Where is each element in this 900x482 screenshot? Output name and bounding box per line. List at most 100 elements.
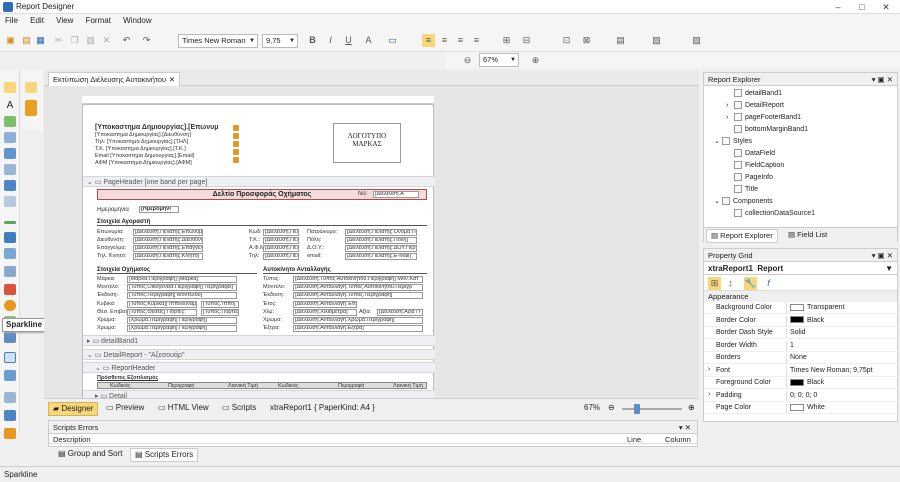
zoom-slider[interactable] — [622, 408, 682, 410]
property-row[interactable]: Border Width 1 — [704, 340, 899, 352]
zoom-out-icon[interactable]: ⊖ — [604, 402, 619, 416]
tab-scripts[interactable]: ▭ Scripts — [218, 402, 260, 416]
bring-front-icon[interactable]: ▧ — [650, 34, 663, 47]
chart-icon[interactable] — [4, 284, 16, 295]
explorer-item[interactable]: collectionDataSource1 — [726, 209, 815, 217]
company-row-1[interactable]: [Υποκαστημα Δημιουργίας].[Διευθύνση] — [95, 132, 191, 139]
explorer-item[interactable]: detailBand1 — [726, 89, 782, 97]
company-name-field[interactable]: [Υποκαστημα Δημιουργίας].[Επωνυμ — [95, 123, 218, 132]
vehicle-field[interactable]: [Διέλευση.Ανταλλαγή.Εξτρα] — [293, 325, 423, 333]
buyer-field[interactable]: [Διέλευση.Πελάτη — [263, 253, 299, 260]
layout-icon[interactable]: ⊡ — [560, 34, 573, 47]
font-size-select[interactable]: 9,75 ▼ — [262, 34, 298, 48]
property-row[interactable]: Foreground Color Black — [704, 377, 899, 389]
expander-icon[interactable]: › — [708, 391, 710, 398]
vehicle-field[interactable]: [Διέλευση.Ανταλλαγή.Χρώμα.Περιγραφή] — [293, 317, 423, 324]
extras-header-row[interactable]: Κωδικός Περιγραφή Λιανική Τιμή Κωδικός Π… — [97, 382, 427, 389]
vehicle-field[interactable]: [Τύπος.Θέσεις] Πόρτες: — [127, 308, 197, 316]
vehicle-field[interactable]: [Τύπος.Πόρτες] — [201, 308, 239, 316]
zoom-out-icon[interactable]: ⊖ — [461, 54, 474, 67]
trade-section[interactable]: Αυτοκίνητο Ανταλλαγής — [263, 267, 427, 274]
menu-format[interactable]: Format — [81, 14, 116, 27]
expander-icon[interactable]: ⌄ — [714, 137, 722, 145]
cut-icon[interactable]: ✂ — [52, 34, 65, 47]
vehicle-field[interactable]: [Τύπος.Περιγραφή] Μοντέλου] — [127, 292, 237, 300]
menu-window[interactable]: Window — [118, 14, 156, 27]
spacing-icon[interactable]: ⊠ — [580, 34, 593, 47]
size-to-grid-icon[interactable]: ⊟ — [520, 34, 533, 47]
toc-icon[interactable] — [4, 428, 16, 439]
buyer-field[interactable]: [Διέλευση.Πελάτη — [263, 245, 299, 252]
document-tab[interactable]: Εκτύπωση Διέλευσης Αυτοκινήτου ✕ — [48, 72, 180, 86]
vehicle-field[interactable]: [Διέλευση.Τύπος Αυτοκινήτου.Περιγραφή] Μ… — [293, 276, 423, 283]
panel-pin-icon[interactable]: ▾ ✕ — [679, 423, 691, 432]
panel-controls-icon[interactable]: ▾ ▣ ✕ — [872, 251, 893, 260]
company-row-4[interactable]: Email [Υποκαστημα Δημιουργίας].[Email] — [95, 153, 194, 160]
explorer-item[interactable]: › DetailReport — [726, 101, 784, 109]
zipcode-icon[interactable] — [4, 266, 16, 277]
alphabetical-icon[interactable]: ↕ — [724, 277, 737, 290]
order-icon[interactable]: ▤ — [614, 34, 627, 47]
tab-html-view[interactable]: ▭ HTML View — [154, 402, 213, 416]
property-row[interactable]: › Font Times New Roman; 9,75pt — [704, 365, 899, 377]
extras-section[interactable]: Πρόσθετος Εξοπλισμός — [97, 375, 158, 382]
property-value[interactable]: Solid — [786, 328, 806, 338]
vehicle-field[interactable]: [Χρώμα.Περιγραφή] Περιγραφή] — [127, 325, 237, 333]
align-grid-icon[interactable]: ⊞ — [500, 34, 513, 47]
pointer-alt-icon[interactable] — [25, 82, 37, 93]
logo-placeholder[interactable]: ΛΟΓΟΤΥΠΟ ΜΑΡΚΑΣ — [333, 123, 401, 163]
buyer-section[interactable]: Στοιχεία Αγοραστή — [97, 219, 427, 226]
buyer-field[interactable]: [Διέλευση.Πελάτης.Επάγγελμα] — [133, 245, 203, 252]
font-family-select[interactable]: Times New Roman ▼ — [178, 34, 258, 48]
explorer-item[interactable]: PageInfo — [726, 173, 773, 181]
align-center-icon[interactable]: ≡ — [438, 34, 451, 47]
vehicle-field[interactable]: [Τύπος.Ίππο] — [201, 300, 239, 308]
delete-icon[interactable]: ✕ — [100, 34, 113, 47]
menu-edit[interactable]: Edit — [25, 14, 49, 27]
menu-view[interactable]: View — [51, 14, 78, 27]
zoom-slider-thumb[interactable] — [634, 404, 640, 414]
shape-icon[interactable] — [4, 232, 16, 243]
tab-scripts-errors[interactable]: ▤ Scripts Errors — [130, 448, 199, 462]
foreground-color-button[interactable]: A — [362, 34, 375, 47]
chevron-down-icon[interactable]: ▼ — [885, 264, 893, 273]
buyer-field[interactable]: [Διέλευση.Πελάτης.Διεύθυνση] — [133, 237, 203, 244]
vehicle-field[interactable]: [Χρώμα.Περιγραφή] Περιγραφή] — [127, 317, 237, 324]
vehicle-field[interactable]: [Διέλευση.Ανταλλαγή.Τύπος Αυτοκινήτου.Πε… — [293, 284, 423, 292]
events-icon[interactable]: f — [762, 277, 775, 290]
col-line[interactable]: Line — [627, 435, 641, 444]
vehicle-field[interactable]: [Τύπος.Κυβικά]] Ιπποδύναμη: — [127, 300, 197, 308]
vehicle-field[interactable]: [Τύπος.Οικογένεια.Περιγραφή] Περιγράφει] — [127, 284, 237, 292]
property-row[interactable]: Page Color White — [704, 402, 899, 414]
buyer-field[interactable]: [Διέλευση.Πελάτης.ΔΟΥ.Περ — [345, 245, 417, 252]
bold-button[interactable]: B — [306, 34, 319, 47]
property-value[interactable]: Black — [786, 378, 824, 388]
properties-icon[interactable]: 🔧 — [744, 277, 757, 290]
band-detail1[interactable]: ▸ ▭ detailBand1 — [83, 335, 435, 346]
close-button[interactable]: ✕ — [874, 0, 898, 14]
background-color-button[interactable]: ▭ — [386, 34, 399, 47]
minimize-button[interactable]: – — [826, 0, 850, 14]
company-row-2[interactable]: Τηλ: [Υποκαστημα Δημιουργίας].[ΤΗΛ] — [95, 139, 188, 146]
table-icon[interactable] — [4, 180, 16, 191]
buyer-field[interactable]: [Διέλευση.Πελάτης.Επωνυμία] — [133, 229, 203, 236]
pointer-icon[interactable] — [4, 82, 16, 93]
undo-icon[interactable]: ↶ — [120, 34, 133, 47]
company-row-3[interactable]: Τ.Κ. [Υποκαστημα Δημιουργίας].[Τ.Κ.] — [95, 146, 186, 153]
richtext-icon[interactable] — [4, 132, 16, 143]
buyer-field[interactable]: [Διέλευση.Πελάτης.E-Mail] — [345, 253, 417, 260]
buyer-field[interactable]: [Διέλευση.Πελάτης.Όνομα Π — [345, 229, 417, 236]
barcode-icon[interactable] — [4, 248, 16, 259]
checkbox-icon[interactable] — [4, 116, 16, 127]
tab-group-and-sort[interactable]: ▤ Group and Sort — [54, 448, 126, 462]
maximize-button[interactable]: □ — [850, 0, 874, 14]
line-icon[interactable] — [4, 221, 16, 224]
buyer-field[interactable]: [Διέλευση.Πελάτης.Κινητό] — [133, 253, 203, 260]
category-appearance[interactable]: Appearance — [704, 291, 897, 302]
zoom-in-icon[interactable]: ⊕ — [529, 54, 542, 67]
col-description[interactable]: Description — [53, 435, 91, 444]
menu-file[interactable]: File — [0, 14, 23, 27]
send-back-icon[interactable]: ▨ — [690, 34, 703, 47]
explorer-item[interactable]: Title — [726, 185, 758, 193]
property-row[interactable]: Borders None — [704, 352, 899, 364]
